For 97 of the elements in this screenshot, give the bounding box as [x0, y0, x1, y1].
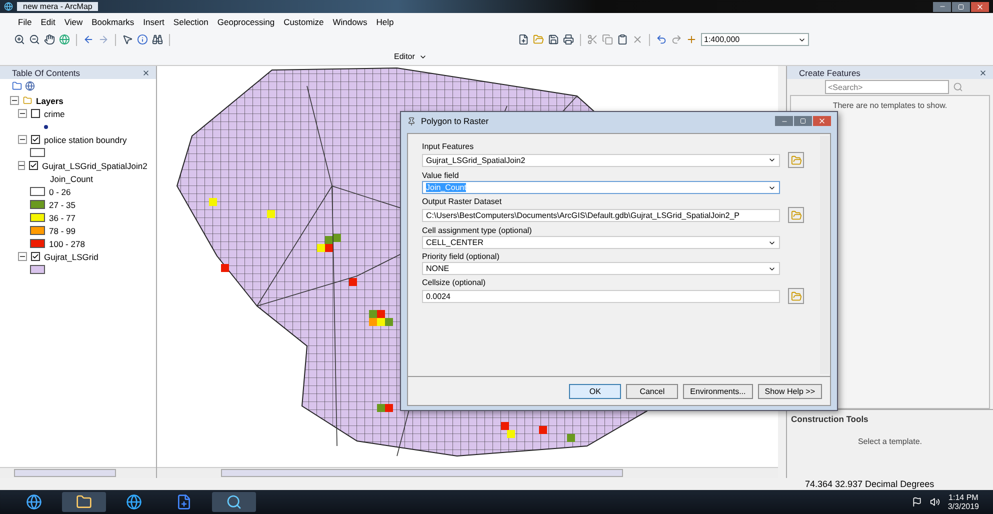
close-button[interactable]: [971, 2, 989, 12]
input-field[interactable]: C:\Users\BestComputers\Documents\ArcGIS\Default.gdb\Gujrat_LSGrid_SpatialJoin2_P: [422, 208, 780, 222]
maximize-icon: [958, 4, 964, 10]
volume-icon[interactable]: [930, 497, 940, 507]
panel-title: Create Features: [799, 68, 860, 78]
field-label: Cell assignment type (optional): [422, 226, 533, 235]
menu-item[interactable]: Geoprocessing: [217, 17, 275, 27]
flag-icon[interactable]: [912, 497, 922, 507]
dropdown-field[interactable]: Gujrat_LSGrid_SpatialJoin2: [422, 154, 780, 166]
zoom-out-icon[interactable]: [29, 34, 40, 45]
section-title: Construction Tools: [791, 414, 870, 424]
pan-icon[interactable]: [44, 34, 55, 45]
menu-item[interactable]: Insert: [143, 17, 164, 27]
layer-name[interactable]: Gujrat_LSGrid_SpatialJoin2: [42, 160, 148, 170]
class-label: 100 - 278: [49, 238, 85, 248]
scrollbar[interactable]: [0, 467, 156, 478]
cut-icon[interactable]: [587, 34, 598, 45]
window-title: new mera - ArcMap: [17, 2, 98, 11]
input-field[interactable]: 0.0024: [422, 290, 780, 302]
paste-icon[interactable]: [617, 34, 628, 45]
close-icon: [818, 117, 826, 125]
clock-date: 3/3/2019: [948, 502, 979, 511]
close-icon[interactable]: [979, 68, 987, 76]
layer-name[interactable]: Gujrat_LSGrid: [44, 252, 98, 262]
collapse-icon[interactable]: [18, 161, 25, 170]
scale-field[interactable]: 1:400,000: [701, 33, 809, 46]
copy-icon[interactable]: [602, 34, 613, 45]
coordinates-text: 74.364 32.937 Decimal Degrees: [805, 479, 934, 489]
dialog-button[interactable]: Environments...: [683, 384, 753, 398]
field-label: Input Features: [422, 142, 475, 151]
menu-item[interactable]: Windows: [332, 17, 368, 27]
print-icon[interactable]: [563, 34, 574, 45]
minimize-button[interactable]: [933, 2, 951, 12]
layers-icon: [23, 96, 32, 105]
new-file-icon[interactable]: [518, 34, 529, 45]
layer-checkbox[interactable]: [29, 161, 38, 170]
zoom-in-icon[interactable]: [14, 34, 25, 45]
back-icon[interactable]: [83, 34, 94, 45]
binoculars-icon[interactable]: [152, 34, 163, 45]
collapse-icon[interactable]: [18, 252, 27, 261]
menu-item[interactable]: Edit: [40, 17, 56, 27]
class-label: 27 - 35: [49, 200, 76, 210]
dropdown-field[interactable]: NONE: [422, 262, 780, 275]
collapse-icon[interactable]: [10, 96, 19, 105]
hint-text: Select a template.: [858, 437, 922, 446]
layer-checkbox[interactable]: [31, 252, 40, 261]
field-name: Join_Count: [50, 174, 94, 184]
dialog-title: Polygon to Raster: [421, 116, 489, 126]
save-icon[interactable]: [548, 34, 559, 45]
field-label: Value field: [422, 171, 460, 180]
layer-group[interactable]: Layers: [36, 96, 64, 106]
layer-name[interactable]: police station boundry: [44, 134, 127, 144]
menu-item[interactable]: Selection: [173, 17, 208, 27]
field-label: Cellsize (optional): [422, 278, 487, 287]
class-label: 36 - 77: [49, 212, 76, 222]
clock-time: 1:14 PM: [948, 493, 978, 502]
collapse-icon[interactable]: [18, 135, 27, 144]
class-label: 78 - 99: [49, 226, 76, 236]
editor-menu[interactable]: Editor: [394, 52, 415, 61]
pointer-icon[interactable]: [122, 34, 133, 45]
undo-icon[interactable]: [656, 34, 667, 45]
delete-icon[interactable]: [632, 34, 643, 45]
folder-icon: [790, 154, 802, 166]
folder-icon: [790, 290, 802, 302]
menu-item[interactable]: Customize: [284, 17, 324, 27]
layer-checkbox[interactable]: [31, 109, 40, 118]
dialog-button[interactable]: Cancel: [626, 384, 678, 398]
dialog-button[interactable]: Show Help >>: [758, 384, 822, 398]
maximize-icon: [800, 118, 806, 124]
folder-icon: [790, 210, 802, 220]
layer-checkbox[interactable]: [31, 135, 40, 144]
class-label: 0 - 26: [49, 186, 71, 196]
panel-title: Table Of Contents: [12, 68, 80, 78]
empty-message: There are no templates to show.: [832, 101, 948, 110]
add-data-icon[interactable]: [686, 34, 697, 45]
folder-icon[interactable]: [62, 492, 106, 512]
identify-icon[interactable]: [137, 34, 148, 45]
maximize-button[interactable]: [952, 2, 970, 12]
collapse-icon[interactable]: [18, 109, 27, 118]
menu-item[interactable]: View: [64, 17, 83, 27]
field-label: Output Raster Dataset: [422, 197, 503, 206]
dialog-button[interactable]: OK: [569, 384, 622, 398]
close-icon: [976, 2, 984, 10]
minimize-icon: [938, 3, 946, 10]
close-icon[interactable]: [142, 68, 150, 76]
search-field[interactable]: <Search>: [825, 80, 949, 94]
layer-name[interactable]: crime: [44, 108, 65, 118]
scrollbar[interactable]: [157, 467, 778, 478]
field-label: Priority field (optional): [422, 252, 500, 261]
menu-item[interactable]: Bookmarks: [92, 17, 134, 27]
scrollbar[interactable]: [820, 136, 829, 374]
redo-icon[interactable]: [671, 34, 682, 45]
globe-icon[interactable]: [59, 34, 70, 45]
app-icon: [4, 2, 13, 11]
menu-item[interactable]: Help: [376, 17, 394, 27]
dropdown-field[interactable]: CELL_CENTER: [422, 236, 780, 249]
menu-item[interactable]: File: [18, 17, 32, 27]
